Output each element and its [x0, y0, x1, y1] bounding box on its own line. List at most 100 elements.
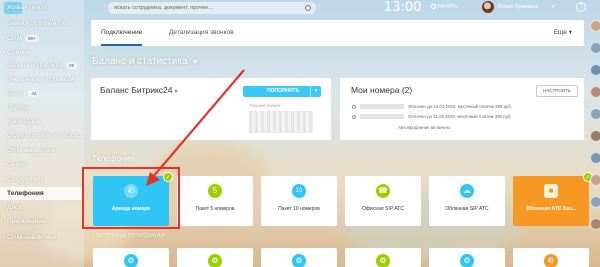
- user-name[interactable]: Юлия Травкина: [498, 4, 538, 10]
- counter-badge: 29: [65, 61, 77, 69]
- top-bar: искать сотрудника, документ, прочее... 1…: [84, 0, 600, 16]
- number-hidden: [360, 114, 404, 120]
- tile-label: Облачная SIP АТС: [445, 206, 489, 212]
- sidebar-item-label: Задачи и Проекты: [7, 62, 63, 69]
- tile-package-10[interactable]: 10 Пакет 10 номеров: [261, 176, 337, 226]
- cloud-pbx-icon: ■: [544, 184, 558, 198]
- tile-package-5[interactable]: 5 Пакет 5 номеров: [177, 176, 253, 226]
- sidebar-item-label: Приложения: [7, 218, 46, 225]
- settings-icon: ⚙: [292, 254, 306, 267]
- sidebar-item[interactable]: Диск: [0, 201, 84, 214]
- start-workday-button[interactable]: НАЧАТЬ: [431, 4, 457, 10]
- sidebar-item-label: Почта: [7, 90, 26, 97]
- sidebar-item[interactable]: CRM 99+: [0, 32, 84, 45]
- sidebar-item[interactable]: CRM-аналитика: [0, 231, 84, 244]
- sidebar-item[interactable]: Телефония: [0, 187, 84, 200]
- tile-cloud-sip[interactable]: ☁ Облачная SIP АТС: [429, 176, 505, 226]
- sidebar-item[interactable]: Календарь: [0, 115, 84, 128]
- settings-tile[interactable]: ⚙: [177, 248, 253, 267]
- sidebar-item[interactable]: CRM-маркетинг: [0, 144, 84, 157]
- sidebar-item[interactable]: Сайты: [0, 158, 84, 171]
- sidebar-item-label: Диск: [7, 204, 22, 211]
- contact-avatar[interactable]: [590, 152, 600, 164]
- balance-section-title: Баланс и статистика: [92, 56, 188, 67]
- contact-avatar[interactable]: [590, 42, 600, 54]
- contact-avatar[interactable]: [590, 64, 600, 76]
- sidebar-item-label: Сотрудники: [7, 176, 43, 183]
- settings-icon: ⚙: [124, 254, 138, 267]
- settings-icon: ⚙: [460, 254, 474, 267]
- contact-avatar[interactable]: [590, 174, 600, 186]
- balance-card: Баланс Битрикс24 ▾ ПОПОЛНИТЬ ▾ Текущий ба…: [91, 78, 331, 140]
- sidebar-item[interactable]: Живая лента: [0, 1, 84, 14]
- sidebar-item[interactable]: Сделки: [0, 46, 84, 59]
- annotation-highlight-box: [82, 167, 180, 229]
- help-icon[interactable]: ?: [576, 2, 586, 12]
- number-row[interactable]: Оплачен до 23.01.2020, месячный платеж 2…: [352, 103, 512, 110]
- star-icon[interactable]: ★: [191, 57, 198, 66]
- autorenew-status: Автопродление включено: [398, 125, 451, 130]
- sidebar-item[interactable]: Отдел по работе с парт...: [0, 129, 84, 142]
- number-row[interactable]: Оплачен до 11.02.2020, месячный платеж 3…: [352, 113, 512, 120]
- my-numbers-card: Мои номера (2) НАСТРОИТЬ Оплачен до 23.0…: [340, 78, 584, 140]
- contact-avatar[interactable]: [590, 86, 600, 98]
- settings-icon: ⚙: [544, 254, 558, 267]
- counter-badge: 43: [28, 89, 40, 97]
- tab-bar: Подключение Детализация звонков Еще ▾: [91, 20, 584, 46]
- search-placeholder: искать сотрудника, документ, прочее...: [114, 5, 213, 11]
- tile-label: Пакет 5 номеров: [195, 206, 235, 212]
- balance-card-title[interactable]: Баланс Битрикс24 ▾: [100, 85, 178, 95]
- sidebar-item-label: CRM-аналитика: [7, 234, 57, 241]
- balance-value-hidden: [249, 111, 313, 133]
- search-input[interactable]: искать сотрудника, документ, прочее...: [108, 2, 316, 14]
- contact-avatar[interactable]: [590, 20, 600, 32]
- left-sidebar: Живая лента Заявки от клиентов CRM 99+ Сделк…: [0, 0, 84, 267]
- package-5-icon: 5: [208, 184, 222, 198]
- settings-tile[interactable]: ⚙: [261, 248, 337, 267]
- section-title-telephony: Телефония: [92, 154, 134, 163]
- sidebar-item-label: CRM: [7, 35, 23, 42]
- tab-call-details[interactable]: Детализация звонков: [169, 20, 234, 46]
- office-sip-icon: ☎: [376, 184, 390, 198]
- contact-avatar[interactable]: [590, 196, 600, 208]
- more-tabs-button[interactable]: Еще ▾: [554, 20, 572, 46]
- settings-tile[interactable]: ⚙: [345, 248, 421, 267]
- contact-avatar[interactable]: [590, 108, 600, 120]
- tile-cloud-pbx[interactable]: ■ Облачная АТС Биз... ✓: [513, 172, 593, 226]
- settings-icon: ⚙: [208, 254, 222, 267]
- sidebar-item-label: Телефония: [7, 190, 44, 197]
- counter-badge: 99+: [25, 34, 39, 42]
- chevron-down-icon[interactable]: ▾: [552, 4, 555, 10]
- sidebar-item[interactable]: Группы: [0, 101, 84, 114]
- sidebar-item[interactable]: Почта 43: [0, 87, 84, 100]
- sidebar-item[interactable]: Заявки от клиентов: [0, 17, 84, 30]
- number-row-text: Оплачен до 11.02.2020, месячный платеж 3…: [408, 114, 512, 119]
- avatar[interactable]: [482, 1, 494, 13]
- tile-office-sip[interactable]: ☎ Офисная SIP АТС: [345, 176, 421, 226]
- contact-avatar[interactable]: [590, 218, 600, 230]
- tile-label: Офисная SIP АТС: [362, 206, 404, 212]
- sidebar-item-label: Группы: [7, 104, 29, 111]
- contact-avatar[interactable]: [590, 130, 600, 142]
- chevron-down-icon: ▾: [568, 29, 572, 36]
- numbers-card-title: Мои номера (2): [351, 85, 413, 95]
- sidebar-item-label: Заявки от клиентов: [7, 20, 67, 27]
- settings-tile[interactable]: ⚙: [513, 248, 589, 267]
- sidebar-item[interactable]: Приложения: [0, 215, 84, 228]
- search-icon[interactable]: [305, 5, 311, 11]
- sidebar-item-label: Сайты: [7, 161, 27, 168]
- settings-tile[interactable]: ⚙: [429, 248, 505, 267]
- sidebar-item[interactable]: Задачи и Проекты 29: [0, 59, 84, 72]
- sidebar-item-label: Отдел по работе с парт...: [7, 132, 84, 139]
- cloud-sip-icon: ☁: [460, 184, 474, 198]
- sidebar-item-label: Внедрение Битрикс24: [7, 76, 75, 83]
- sidebar-item[interactable]: Сотрудники: [0, 173, 84, 186]
- settings-tile[interactable]: ⚙: [93, 248, 169, 267]
- sidebar-item[interactable]: Внедрение Битрикс24: [0, 73, 84, 86]
- chevron-down-icon[interactable]: ▾: [310, 86, 321, 97]
- configure-button[interactable]: НАСТРОИТЬ: [536, 85, 578, 97]
- topup-button[interactable]: ПОПОЛНИТЬ ▾: [243, 86, 321, 97]
- clock[interactable]: 13:00: [384, 0, 421, 15]
- tab-connection[interactable]: Подключение: [101, 20, 143, 46]
- start-icon: [431, 4, 436, 10]
